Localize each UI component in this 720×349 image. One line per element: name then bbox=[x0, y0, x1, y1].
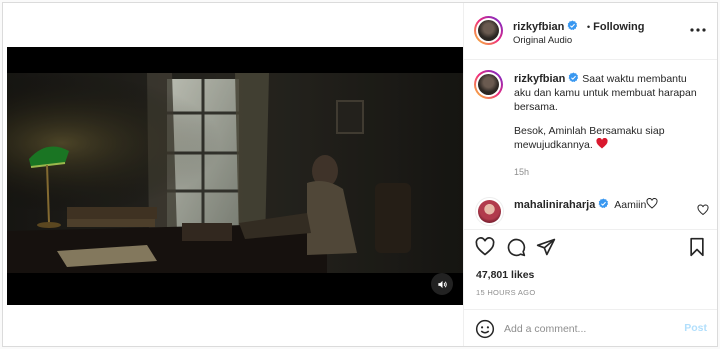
bookmark-icon bbox=[690, 237, 704, 257]
share-button[interactable] bbox=[536, 237, 556, 257]
video-player[interactable] bbox=[7, 47, 463, 305]
comment-bubble-icon bbox=[507, 238, 526, 257]
add-comment-bar: Post bbox=[464, 309, 717, 347]
following-button[interactable]: Following bbox=[593, 21, 644, 33]
comment-text: Aamiin bbox=[614, 199, 647, 211]
comments-section: rizkyfbian Saat waktu membantu aku dan k… bbox=[464, 60, 717, 228]
video-frame bbox=[7, 73, 463, 273]
media-panel bbox=[3, 3, 464, 346]
comment-input[interactable] bbox=[504, 321, 664, 337]
post-comment-button[interactable]: Post bbox=[684, 322, 707, 334]
mute-toggle-button[interactable] bbox=[431, 273, 453, 295]
caption-author-avatar[interactable] bbox=[474, 70, 503, 99]
speaker-icon bbox=[437, 280, 447, 288]
more-horizontal-icon bbox=[690, 28, 706, 32]
post-side-panel: rizkyfbian • Following Original Audio riz… bbox=[464, 3, 717, 346]
author-avatar[interactable] bbox=[474, 16, 503, 45]
caption-block: rizkyfbian Saat waktu membantu aku dan k… bbox=[514, 72, 704, 164]
post-header: rizkyfbian • Following Original Audio bbox=[464, 3, 717, 60]
red-heart-emoji-icon bbox=[596, 137, 608, 149]
caption-author-username[interactable]: rizkyfbian bbox=[514, 73, 565, 85]
comment-row: mahaliniraharja Aamiin bbox=[514, 197, 658, 211]
follow-separator: • bbox=[586, 22, 591, 33]
verified-badge-icon bbox=[598, 198, 609, 208]
smiley-icon bbox=[475, 319, 495, 339]
audio-label[interactable]: Original Audio bbox=[513, 35, 572, 46]
heart-outline-icon bbox=[697, 204, 709, 216]
like-comment-button[interactable] bbox=[697, 203, 709, 216]
commenter-avatar[interactable] bbox=[475, 197, 504, 226]
more-options-button[interactable] bbox=[689, 23, 707, 37]
heart-outline-icon bbox=[475, 237, 495, 256]
save-button[interactable] bbox=[687, 237, 707, 257]
caption-timestamp[interactable]: 15h bbox=[514, 167, 529, 177]
header-author-line: rizkyfbian • Following bbox=[513, 17, 644, 35]
like-button[interactable] bbox=[475, 237, 495, 257]
author-username[interactable]: rizkyfbian bbox=[513, 21, 564, 33]
verified-badge-icon bbox=[567, 20, 578, 30]
post-timestamp[interactable]: 15 HOURS AGO bbox=[476, 288, 535, 297]
video-scene-image bbox=[7, 73, 463, 273]
verified-badge-icon bbox=[568, 72, 579, 82]
post-container: rizkyfbian • Following Original Audio riz… bbox=[2, 2, 718, 347]
likes-count[interactable]: 47,801 likes bbox=[476, 269, 534, 281]
white-heart-emoji-icon bbox=[646, 197, 658, 209]
comment-button[interactable] bbox=[506, 237, 526, 257]
emoji-picker-button[interactable] bbox=[475, 319, 495, 339]
commenter-username[interactable]: mahaliniraharja bbox=[514, 199, 595, 211]
caption-text-line2: Besok, Aminlah Bersamaku siap mewujudkan… bbox=[514, 125, 665, 151]
paper-plane-icon bbox=[536, 238, 556, 256]
action-bar bbox=[464, 229, 717, 264]
